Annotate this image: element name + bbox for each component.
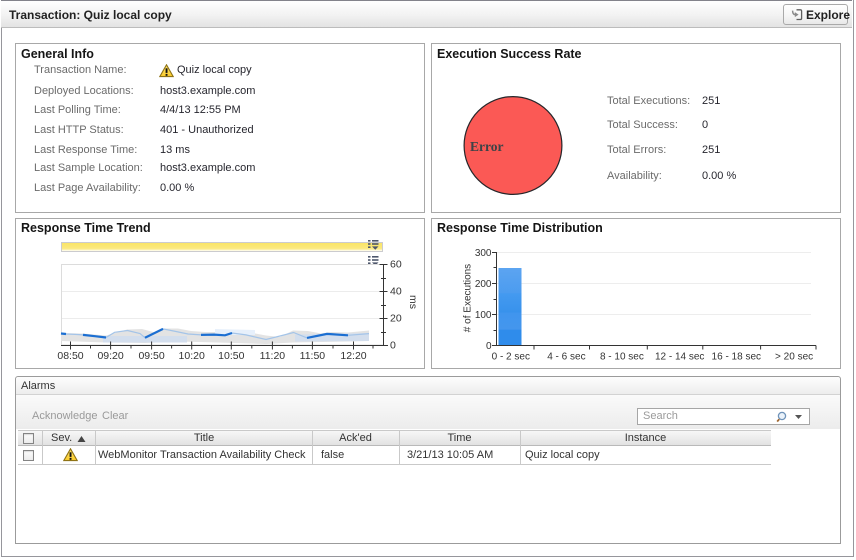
svg-text:12:20: 12:20 (340, 350, 366, 362)
svg-text:10:50: 10:50 (218, 350, 244, 362)
svg-text:> 20 sec: > 20 sec (775, 352, 813, 363)
svg-text:11:50: 11:50 (300, 350, 326, 362)
svg-text:# of Executions: # of Executions (463, 264, 474, 332)
svg-text:09:20: 09:20 (97, 350, 123, 362)
svg-text:12 - 14 sec: 12 - 14 sec (655, 352, 704, 363)
svg-text:300: 300 (475, 248, 492, 259)
svg-text:60: 60 (390, 259, 402, 271)
svg-text:0: 0 (390, 340, 396, 352)
svg-text:4 - 6 sec: 4 - 6 sec (547, 352, 585, 363)
svg-text:40: 40 (390, 286, 402, 298)
svg-text:10:20: 10:20 (179, 350, 205, 362)
svg-text:0 - 2 sec: 0 - 2 sec (492, 352, 530, 363)
svg-text:16 - 18 sec: 16 - 18 sec (712, 352, 761, 363)
svg-text:Error: Error (470, 139, 504, 154)
svg-text:200: 200 (475, 279, 492, 290)
svg-text:8 - 10 sec: 8 - 10 sec (600, 352, 644, 363)
svg-text:09:50: 09:50 (138, 350, 164, 362)
svg-text:08:50: 08:50 (57, 350, 83, 362)
svg-text:100: 100 (475, 310, 492, 321)
svg-text:20: 20 (390, 313, 402, 325)
svg-text:11:20: 11:20 (260, 350, 286, 362)
svg-text:0: 0 (486, 341, 492, 352)
svg-text:ms: ms (407, 295, 419, 309)
